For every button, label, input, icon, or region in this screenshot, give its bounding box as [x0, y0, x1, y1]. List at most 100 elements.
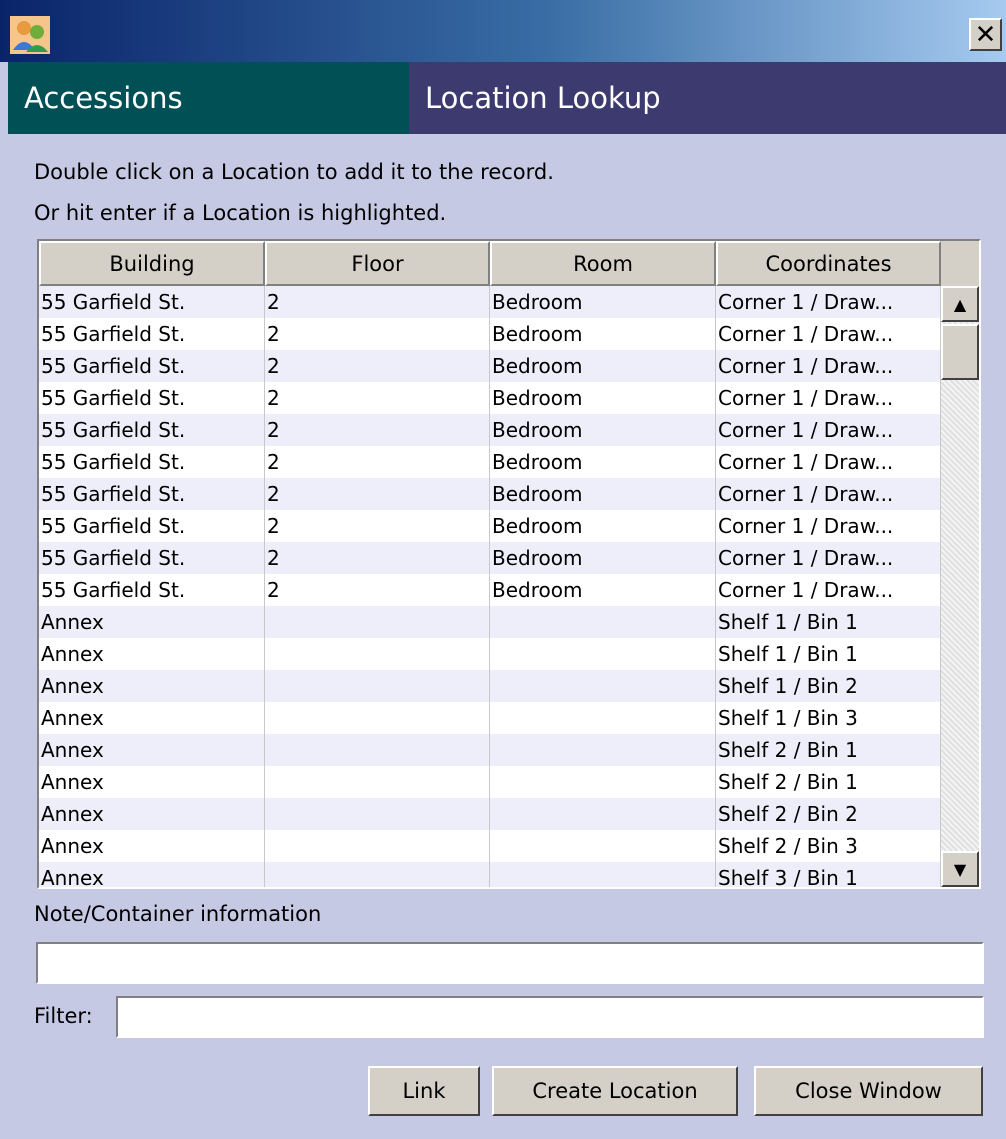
cell-room: Bedroom: [490, 446, 716, 478]
scroll-thumb[interactable]: [941, 324, 979, 380]
cell-room: [490, 798, 716, 830]
cell-floor: [265, 638, 490, 670]
close-icon[interactable]: ✕: [969, 18, 1002, 51]
note-label: Note/Container information: [34, 902, 322, 926]
cell-coordinates: Shelf 3 / Bin 1: [716, 862, 941, 887]
cell-building: 55 Garfield St.: [39, 478, 265, 510]
cell-room: [490, 606, 716, 638]
cell-floor: 2: [265, 478, 490, 510]
cell-building: 55 Garfield St.: [39, 350, 265, 382]
cell-room: Bedroom: [490, 286, 716, 318]
cell-room: [490, 638, 716, 670]
table-row[interactable]: Annex Shelf 1 / Bin 1: [39, 606, 941, 638]
vertical-scrollbar[interactable]: ▲ ▼: [941, 286, 979, 887]
cell-floor: [265, 606, 490, 638]
cell-room: Bedroom: [490, 318, 716, 350]
cell-coordinates: Shelf 2 / Bin 1: [716, 766, 941, 798]
table-row[interactable]: Annex Shelf 2 / Bin 3: [39, 830, 941, 862]
column-header-coordinates[interactable]: Coordinates: [716, 241, 941, 286]
cell-floor: 2: [265, 542, 490, 574]
table-row[interactable]: 55 Garfield St. 2 Bedroom Corner 1 / Draw..…: [39, 510, 941, 542]
cell-coordinates: Corner 1 / Draw...: [716, 286, 941, 318]
column-header-room[interactable]: Room: [490, 241, 716, 286]
cell-room: [490, 830, 716, 862]
cell-coordinates: Corner 1 / Draw...: [716, 478, 941, 510]
cell-room: Bedroom: [490, 510, 716, 542]
cell-coordinates: Corner 1 / Draw...: [716, 318, 941, 350]
cell-floor: [265, 862, 490, 887]
close-window-button[interactable]: Close Window: [754, 1066, 983, 1116]
cell-building: 55 Garfield St.: [39, 286, 265, 318]
cell-building: Annex: [39, 766, 265, 798]
table-row[interactable]: 55 Garfield St. 2 Bedroom Corner 1 / Draw..…: [39, 350, 941, 382]
cell-coordinates: Shelf 1 / Bin 1: [716, 606, 941, 638]
create-location-button[interactable]: Create Location: [492, 1066, 738, 1116]
cell-building: Annex: [39, 862, 265, 887]
cell-room: Bedroom: [490, 574, 716, 606]
table-row[interactable]: Annex Shelf 1 / Bin 3: [39, 702, 941, 734]
cell-coordinates: Corner 1 / Draw...: [716, 382, 941, 414]
title-bar[interactable]: ✕: [0, 0, 1006, 62]
cell-room: Bedroom: [490, 350, 716, 382]
link-button[interactable]: Link: [368, 1066, 480, 1116]
cell-coordinates: Shelf 2 / Bin 2: [716, 798, 941, 830]
location-grid[interactable]: Building Floor Room Coordinates 55 Garfi…: [37, 239, 981, 889]
instruction-double-click: Double click on a Location to add it to …: [34, 160, 554, 184]
table-row[interactable]: Annex Shelf 1 / Bin 1: [39, 638, 941, 670]
grid-header-corner: [941, 241, 979, 286]
cell-coordinates: Shelf 2 / Bin 1: [716, 734, 941, 766]
table-row[interactable]: 55 Garfield St. 2 Bedroom Corner 1 / Draw..…: [39, 478, 941, 510]
table-row[interactable]: 55 Garfield St. 2 Bedroom Corner 1 / Draw..…: [39, 542, 941, 574]
cell-coordinates: Corner 1 / Draw...: [716, 414, 941, 446]
cell-coordinates: Corner 1 / Draw...: [716, 350, 941, 382]
table-row[interactable]: 55 Garfield St. 2 Bedroom Corner 1 / Draw..…: [39, 382, 941, 414]
cell-floor: 2: [265, 286, 490, 318]
column-header-building[interactable]: Building: [39, 241, 265, 286]
cell-coordinates: Corner 1 / Draw...: [716, 542, 941, 574]
cell-building: Annex: [39, 606, 265, 638]
instruction-enter: Or hit enter if a Location is highlighte…: [34, 201, 447, 225]
cell-building: Annex: [39, 798, 265, 830]
filter-input[interactable]: [116, 996, 984, 1038]
cell-coordinates: Corner 1 / Draw...: [716, 446, 941, 478]
filter-label: Filter:: [34, 1004, 93, 1028]
cell-building: 55 Garfield St.: [39, 446, 265, 478]
cell-building: 55 Garfield St.: [39, 318, 265, 350]
table-row[interactable]: 55 Garfield St. 2 Bedroom Corner 1 / Draw..…: [39, 414, 941, 446]
cell-floor: 2: [265, 414, 490, 446]
table-row[interactable]: Annex Shelf 2 / Bin 1: [39, 766, 941, 798]
table-row[interactable]: Annex Shelf 2 / Bin 1: [39, 734, 941, 766]
note-input[interactable]: [36, 942, 984, 984]
column-header-floor[interactable]: Floor: [265, 241, 490, 286]
table-row[interactable]: 55 Garfield St. 2 Bedroom Corner 1 / Draw..…: [39, 318, 941, 350]
page-title: Location Lookup: [409, 62, 1006, 134]
cell-room: [490, 766, 716, 798]
cell-floor: [265, 766, 490, 798]
cell-floor: 2: [265, 510, 490, 542]
cell-room: Bedroom: [490, 478, 716, 510]
scroll-down-arrow-icon[interactable]: ▼: [941, 851, 979, 887]
cell-building: Annex: [39, 670, 265, 702]
cell-building: 55 Garfield St.: [39, 414, 265, 446]
cell-coordinates: Shelf 1 / Bin 3: [716, 702, 941, 734]
module-title: Accessions: [8, 62, 409, 134]
table-row[interactable]: 55 Garfield St. 2 Bedroom Corner 1 / Draw..…: [39, 574, 941, 606]
table-row[interactable]: 55 Garfield St. 2 Bedroom Corner 1 / Draw..…: [39, 286, 941, 318]
cell-room: [490, 670, 716, 702]
cell-coordinates: Corner 1 / Draw...: [716, 574, 941, 606]
cell-floor: 2: [265, 446, 490, 478]
cell-coordinates: Shelf 1 / Bin 1: [716, 638, 941, 670]
table-row[interactable]: Annex Shelf 3 / Bin 1: [39, 862, 941, 887]
table-row[interactable]: Annex Shelf 1 / Bin 2: [39, 670, 941, 702]
cell-coordinates: Shelf 2 / Bin 3: [716, 830, 941, 862]
table-row[interactable]: Annex Shelf 2 / Bin 2: [39, 798, 941, 830]
cell-floor: 2: [265, 574, 490, 606]
cell-building: 55 Garfield St.: [39, 510, 265, 542]
cell-room: Bedroom: [490, 414, 716, 446]
table-row[interactable]: 55 Garfield St. 2 Bedroom Corner 1 / Draw..…: [39, 446, 941, 478]
cell-room: [490, 862, 716, 887]
cell-coordinates: Shelf 1 / Bin 2: [716, 670, 941, 702]
grid-body: 55 Garfield St. 2 Bedroom Corner 1 / Draw..…: [39, 286, 941, 887]
scroll-up-arrow-icon[interactable]: ▲: [941, 286, 979, 322]
cell-building: 55 Garfield St.: [39, 542, 265, 574]
